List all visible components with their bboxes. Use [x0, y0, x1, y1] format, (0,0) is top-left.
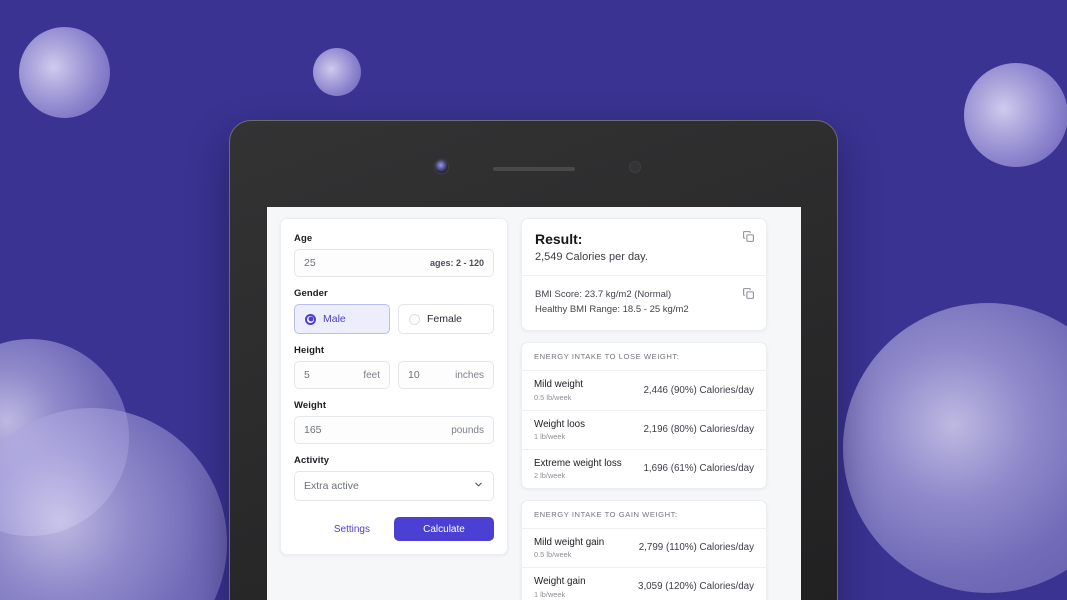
table-row: Mild weight 0.5 lb/week 2,446 (90%) Calo… — [522, 371, 766, 411]
height-inputs: 5 feet 10 inches — [294, 361, 494, 389]
proximity-sensor-icon — [629, 161, 641, 173]
decorative-sphere — [0, 408, 227, 600]
chevron-down-icon — [473, 477, 484, 495]
intake-value: 2,446 (90%) Calories/day — [643, 384, 754, 396]
height-inches-value: 10 — [408, 369, 420, 381]
intake-label-block: Mild weight 0.5 lb/week — [534, 378, 583, 401]
intake-name: Mild weight — [534, 379, 584, 391]
bmi-score: BMI Score: 23.7 kg/m2 (Normal) — [535, 289, 672, 300]
intake-name: Extreme weight loss — [534, 457, 622, 469]
weight-value: 165 — [304, 424, 322, 436]
camera-lens-icon — [435, 160, 448, 173]
copy-icon[interactable] — [742, 287, 755, 300]
table-row: Mild weight gain 0.5 lb/week 2,799 (110%… — [522, 529, 766, 569]
decorative-sphere — [964, 63, 1067, 167]
intake-label-block: Weight loos 1 lb/week — [534, 418, 585, 441]
gender-label: Gender — [294, 288, 328, 299]
copy-icon[interactable] — [742, 230, 755, 243]
intake-label-block: Mild weight gain 0.5 lb/week — [534, 536, 604, 559]
bmi-range: Healthy BMI Range: 18.5 - 25 kg/m2 — [535, 303, 689, 315]
decorative-sphere — [843, 303, 1067, 593]
settings-link[interactable]: Settings — [324, 518, 380, 541]
decorative-sphere — [19, 27, 110, 118]
intake-value: 3,059 (120%) Calories/day — [638, 581, 754, 593]
gain-weight-card: ENERGY INTAKE TO GAIN WEIGHT: Mild weigh… — [521, 500, 767, 600]
weight-field-group: Weight 165 pounds — [294, 400, 494, 444]
activity-field-group: Activity Extra active — [294, 455, 494, 501]
height-feet-value: 5 — [304, 369, 310, 381]
result-card: Result: 2,549 Calories per day. BMI Scor… — [521, 218, 767, 332]
intake-name: Weight gain — [534, 576, 586, 588]
form-actions: Settings Calculate — [294, 517, 494, 541]
height-feet-input[interactable]: 5 feet — [294, 361, 390, 389]
lose-weight-heading: ENERGY INTAKE TO LOSE WEIGHT: — [522, 343, 766, 372]
gender-options: Male Female — [294, 304, 494, 334]
intake-rate: 0.5 lb/week — [534, 392, 572, 402]
decorative-sphere — [0, 339, 129, 536]
intake-value: 2,196 (80%) Calories/day — [643, 423, 754, 435]
weight-input[interactable]: 165 pounds — [294, 416, 494, 444]
height-inches-input[interactable]: 10 inches — [398, 361, 494, 389]
activity-value: Extra active — [304, 480, 359, 492]
height-feet-unit: feet — [363, 369, 380, 381]
age-hint: ages: 2 - 120 — [429, 258, 484, 268]
result-summary: Result: 2,549 Calories per day. — [522, 219, 766, 276]
age-field-group: Age 25 ages: 2 - 120 — [294, 233, 494, 277]
height-label: Height — [294, 345, 325, 356]
lose-weight-card: ENERGY INTAKE TO LOSE WEIGHT: Mild weigh… — [521, 342, 767, 490]
height-inches-unit: inches — [455, 369, 484, 381]
intake-name: Weight loos — [534, 418, 586, 430]
intake-label-block: Extreme weight loss 2 lb/week — [534, 457, 622, 480]
device-screen: Age 25 ages: 2 - 120 Gender Male Female … — [267, 207, 801, 600]
tablet-device: Age 25 ages: 2 - 120 Gender Male Female … — [229, 120, 838, 600]
intake-rate: 1 lb/week — [534, 431, 566, 441]
gain-weight-heading: ENERGY INTAKE TO GAIN WEIGHT: — [522, 501, 766, 530]
weight-unit: pounds — [451, 424, 484, 436]
gender-female-label: Female — [427, 313, 463, 325]
age-label: Age — [294, 233, 313, 244]
intake-name: Mild weight gain — [534, 537, 605, 549]
activity-label: Activity — [294, 455, 330, 466]
gender-option-female[interactable]: Female — [398, 304, 494, 334]
weight-label: Weight — [294, 400, 327, 411]
radio-icon-female — [409, 313, 420, 325]
result-title: Result: — [535, 231, 583, 247]
intake-rate: 2 lb/week — [534, 471, 566, 481]
activity-select[interactable]: Extra active — [294, 471, 494, 501]
radio-icon-male — [305, 313, 316, 325]
table-row: Extreme weight loss 2 lb/week 1,696 (61%… — [522, 450, 766, 488]
age-input[interactable]: 25 ages: 2 - 120 — [294, 249, 494, 277]
intake-label-block: Weight gain 1 lb/week — [534, 575, 586, 598]
intake-value: 2,799 (110%) Calories/day — [638, 542, 754, 554]
intake-rate: 0.5 lb/week — [534, 550, 572, 560]
decorative-sphere — [313, 48, 361, 96]
input-form-card: Age 25 ages: 2 - 120 Gender Male Female … — [280, 218, 508, 555]
table-row: Weight gain 1 lb/week 3,059 (120%) Calor… — [522, 568, 766, 600]
scene: Age 25 ages: 2 - 120 Gender Male Female … — [0, 0, 1067, 600]
result-bmi: BMI Score: 23.7 kg/m2 (Normal) Healthy B… — [522, 276, 766, 330]
intake-value: 1,696 (61%) Calories/day — [643, 462, 754, 474]
gender-male-label: Male — [323, 313, 346, 325]
app-root: Age 25 ages: 2 - 120 Gender Male Female … — [267, 207, 801, 600]
intake-rate: 1 lb/week — [534, 589, 566, 599]
height-field-group: Height 5 feet 10 inches — [294, 345, 494, 389]
age-value: 25 — [304, 257, 316, 269]
results-column: Result: 2,549 Calories per day. BMI Scor… — [521, 218, 767, 600]
speaker-grille-icon — [493, 167, 575, 171]
gender-option-male[interactable]: Male — [294, 304, 390, 334]
device-top-bezel — [230, 121, 837, 206]
table-row: Weight loos 1 lb/week 2,196 (80%) Calori… — [522, 411, 766, 450]
calculate-button[interactable]: Calculate — [394, 517, 494, 541]
gender-field-group: Gender Male Female — [294, 288, 494, 334]
result-calories: 2,549 Calories per day. — [535, 251, 648, 263]
